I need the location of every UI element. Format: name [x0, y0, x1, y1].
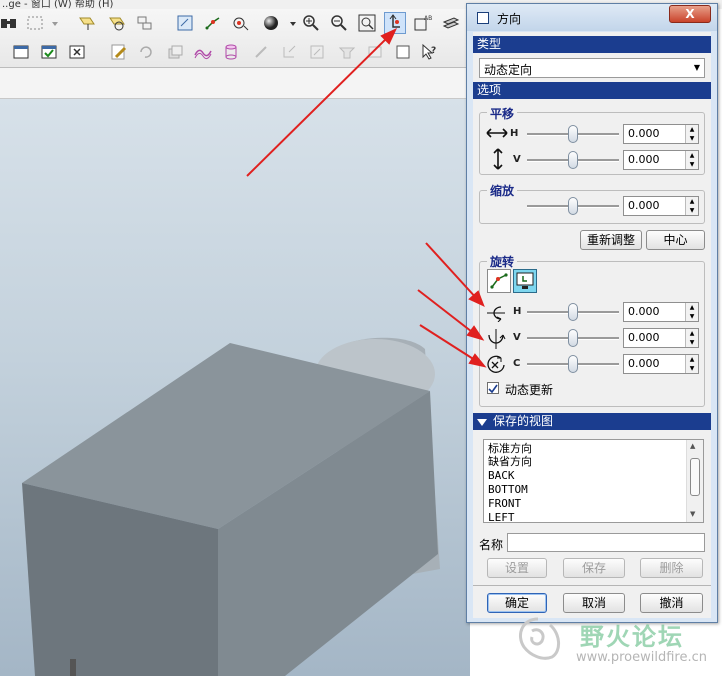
annotation-arrow [246, 32, 393, 177]
watermark: 野火论坛 www.proewildfire.cn [508, 605, 722, 676]
annotation-arrows [246, 27, 487, 368]
watermark-title: 野火论坛 [580, 623, 684, 651]
arrowhead-icon [468, 353, 487, 368]
annotation-arrow [425, 242, 479, 301]
watermark-logo-icon [519, 617, 560, 660]
arrowhead-icon [466, 325, 485, 341]
watermark-url: www.proewildfire.cn [576, 650, 707, 665]
